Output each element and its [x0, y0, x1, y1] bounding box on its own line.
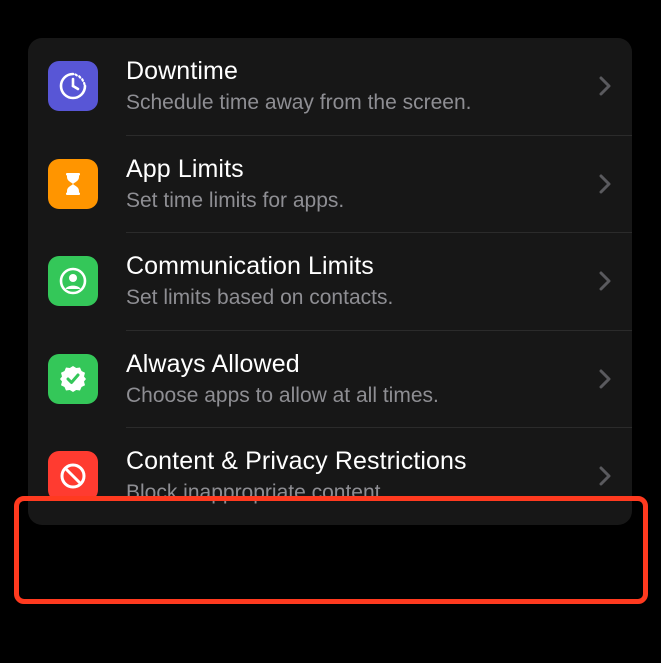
- chevron-right-icon: [594, 266, 616, 296]
- chevron-right-icon: [594, 71, 616, 101]
- person-circle-icon: [48, 256, 98, 306]
- row-text: Content & Privacy Restrictions Block ina…: [126, 446, 586, 507]
- checkmark-seal-icon: [48, 354, 98, 404]
- row-always-allowed[interactable]: Always Allowed Choose apps to allow at a…: [28, 331, 632, 428]
- row-subtitle: Set time limits for apps.: [126, 187, 556, 214]
- row-text: Always Allowed Choose apps to allow at a…: [126, 349, 586, 410]
- row-text: App Limits Set time limits for apps.: [126, 154, 586, 215]
- row-app-limits[interactable]: App Limits Set time limits for apps.: [28, 136, 632, 233]
- row-subtitle: Set limits based on contacts.: [126, 284, 556, 311]
- row-title: App Limits: [126, 154, 586, 185]
- chevron-right-icon: [594, 364, 616, 394]
- row-content-privacy[interactable]: Content & Privacy Restrictions Block ina…: [28, 428, 632, 525]
- hourglass-icon: [48, 159, 98, 209]
- row-title: Downtime: [126, 56, 586, 87]
- row-text: Communication Limits Set limits based on…: [126, 251, 586, 312]
- row-text: Downtime Schedule time away from the scr…: [126, 56, 586, 117]
- row-title: Content & Privacy Restrictions: [126, 446, 586, 477]
- row-communication-limits[interactable]: Communication Limits Set limits based on…: [28, 233, 632, 330]
- row-downtime[interactable]: Downtime Schedule time away from the scr…: [28, 38, 632, 135]
- row-subtitle: Block inappropriate content.: [126, 479, 556, 506]
- nosign-icon: [48, 451, 98, 501]
- row-subtitle: Choose apps to allow at all times.: [126, 382, 556, 409]
- settings-list: Downtime Schedule time away from the scr…: [28, 38, 632, 525]
- chevron-right-icon: [594, 461, 616, 491]
- chevron-right-icon: [594, 169, 616, 199]
- row-title: Always Allowed: [126, 349, 586, 380]
- row-title: Communication Limits: [126, 251, 586, 282]
- row-subtitle: Schedule time away from the screen.: [126, 89, 556, 116]
- clock-icon: [48, 61, 98, 111]
